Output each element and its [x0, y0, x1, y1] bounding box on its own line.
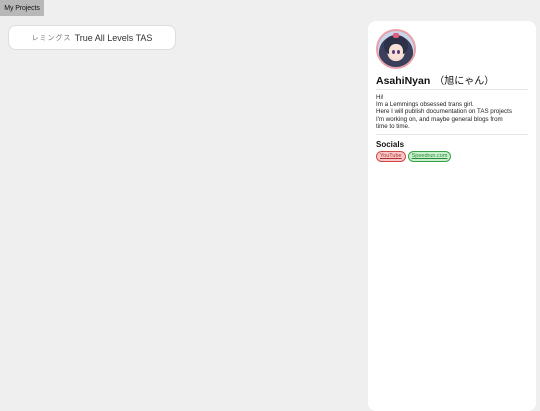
socials-list: YouTube Speedrun.com	[376, 151, 528, 163]
avatar-eye	[392, 50, 395, 54]
bio-line: I'm working on, and maybe general blogs …	[376, 115, 503, 123]
project-card[interactable]: レミングス True All Levels TAS	[8, 25, 176, 50]
tab-my-projects[interactable]: My Projects	[0, 0, 44, 16]
bio-line: Im a Lemmings obsessed trans girl.	[376, 101, 474, 109]
project-jp-prefix: レミングス	[31, 33, 72, 42]
avatar	[376, 29, 416, 69]
profile-bio: Hi! Im a Lemmings obsessed trans girl. H…	[376, 94, 528, 136]
bio-line: Hi!	[376, 94, 384, 101]
bio-line: Here I will publish documentation on TAS…	[376, 108, 512, 116]
socials-heading: Socials	[376, 140, 405, 150]
profile-name-text: AsahiNyan	[376, 75, 431, 87]
profile-name: AsahiNyan （旭にゃん）	[376, 72, 528, 90]
bio-line: time to time.	[376, 122, 410, 130]
speedrun-link[interactable]: Speedrun.com	[407, 151, 452, 163]
avatar-eye	[397, 50, 400, 54]
profile-name-jp: （旭にゃん）	[434, 76, 495, 87]
project-title: True All Levels TAS	[74, 32, 153, 43]
profile-card: AsahiNyan （旭にゃん） Hi! Im a Lemmings obsess…	[368, 21, 536, 411]
youtube-link[interactable]: YouTube	[376, 151, 406, 163]
avatar-bow	[393, 33, 399, 38]
avatar-face	[389, 44, 403, 59]
